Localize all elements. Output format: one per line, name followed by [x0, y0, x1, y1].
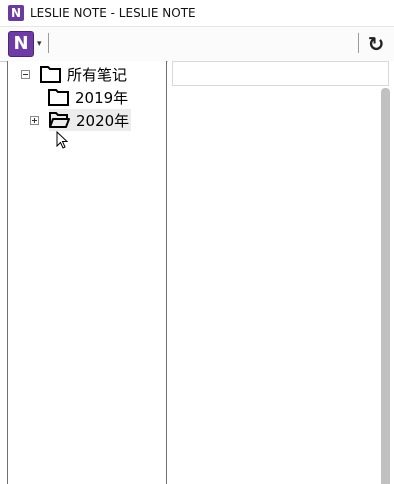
toolbar-divider	[358, 33, 359, 53]
tree-node-2019[interactable]: 2019年	[48, 86, 128, 108]
tree-node-label: 所有笔记	[67, 65, 128, 84]
mouse-pointer-icon	[56, 130, 69, 154]
tree-node-label: 2020年	[76, 111, 130, 130]
app-logo-icon: N	[8, 5, 24, 21]
app-logo-icon: N	[8, 31, 34, 57]
refresh-button[interactable]: ↻	[364, 32, 388, 56]
tree-node-root[interactable]: 所有笔记	[21, 63, 127, 85]
title-bar: N LESLIE NOTE - LESLIE NOTE	[0, 0, 394, 27]
refresh-icon: ↻	[367, 32, 385, 56]
toolbar-divider	[48, 33, 49, 53]
toolbar: N ▾ ↻	[0, 27, 394, 62]
note-list-pane	[168, 61, 394, 484]
tree-node-selection: 2020年	[49, 109, 132, 131]
vertical-scrollbar[interactable]	[381, 88, 390, 484]
tree-node-label: 2019年	[75, 88, 129, 107]
folder-icon	[40, 65, 61, 83]
notebook-tree-pane: 所有笔记 2019年 2020年	[7, 61, 167, 484]
folder-open-icon	[49, 111, 70, 129]
search-input[interactable]	[172, 61, 389, 86]
expand-icon[interactable]	[30, 115, 39, 125]
window-title: LESLIE NOTE - LESLIE NOTE	[30, 6, 196, 20]
app-menu-button[interactable]: N ▾	[8, 31, 44, 57]
tree-node-2020[interactable]: 2020年	[30, 109, 132, 131]
collapse-icon[interactable]	[21, 69, 30, 79]
folder-icon	[48, 88, 69, 106]
chevron-down-icon: ▾	[37, 39, 42, 49]
